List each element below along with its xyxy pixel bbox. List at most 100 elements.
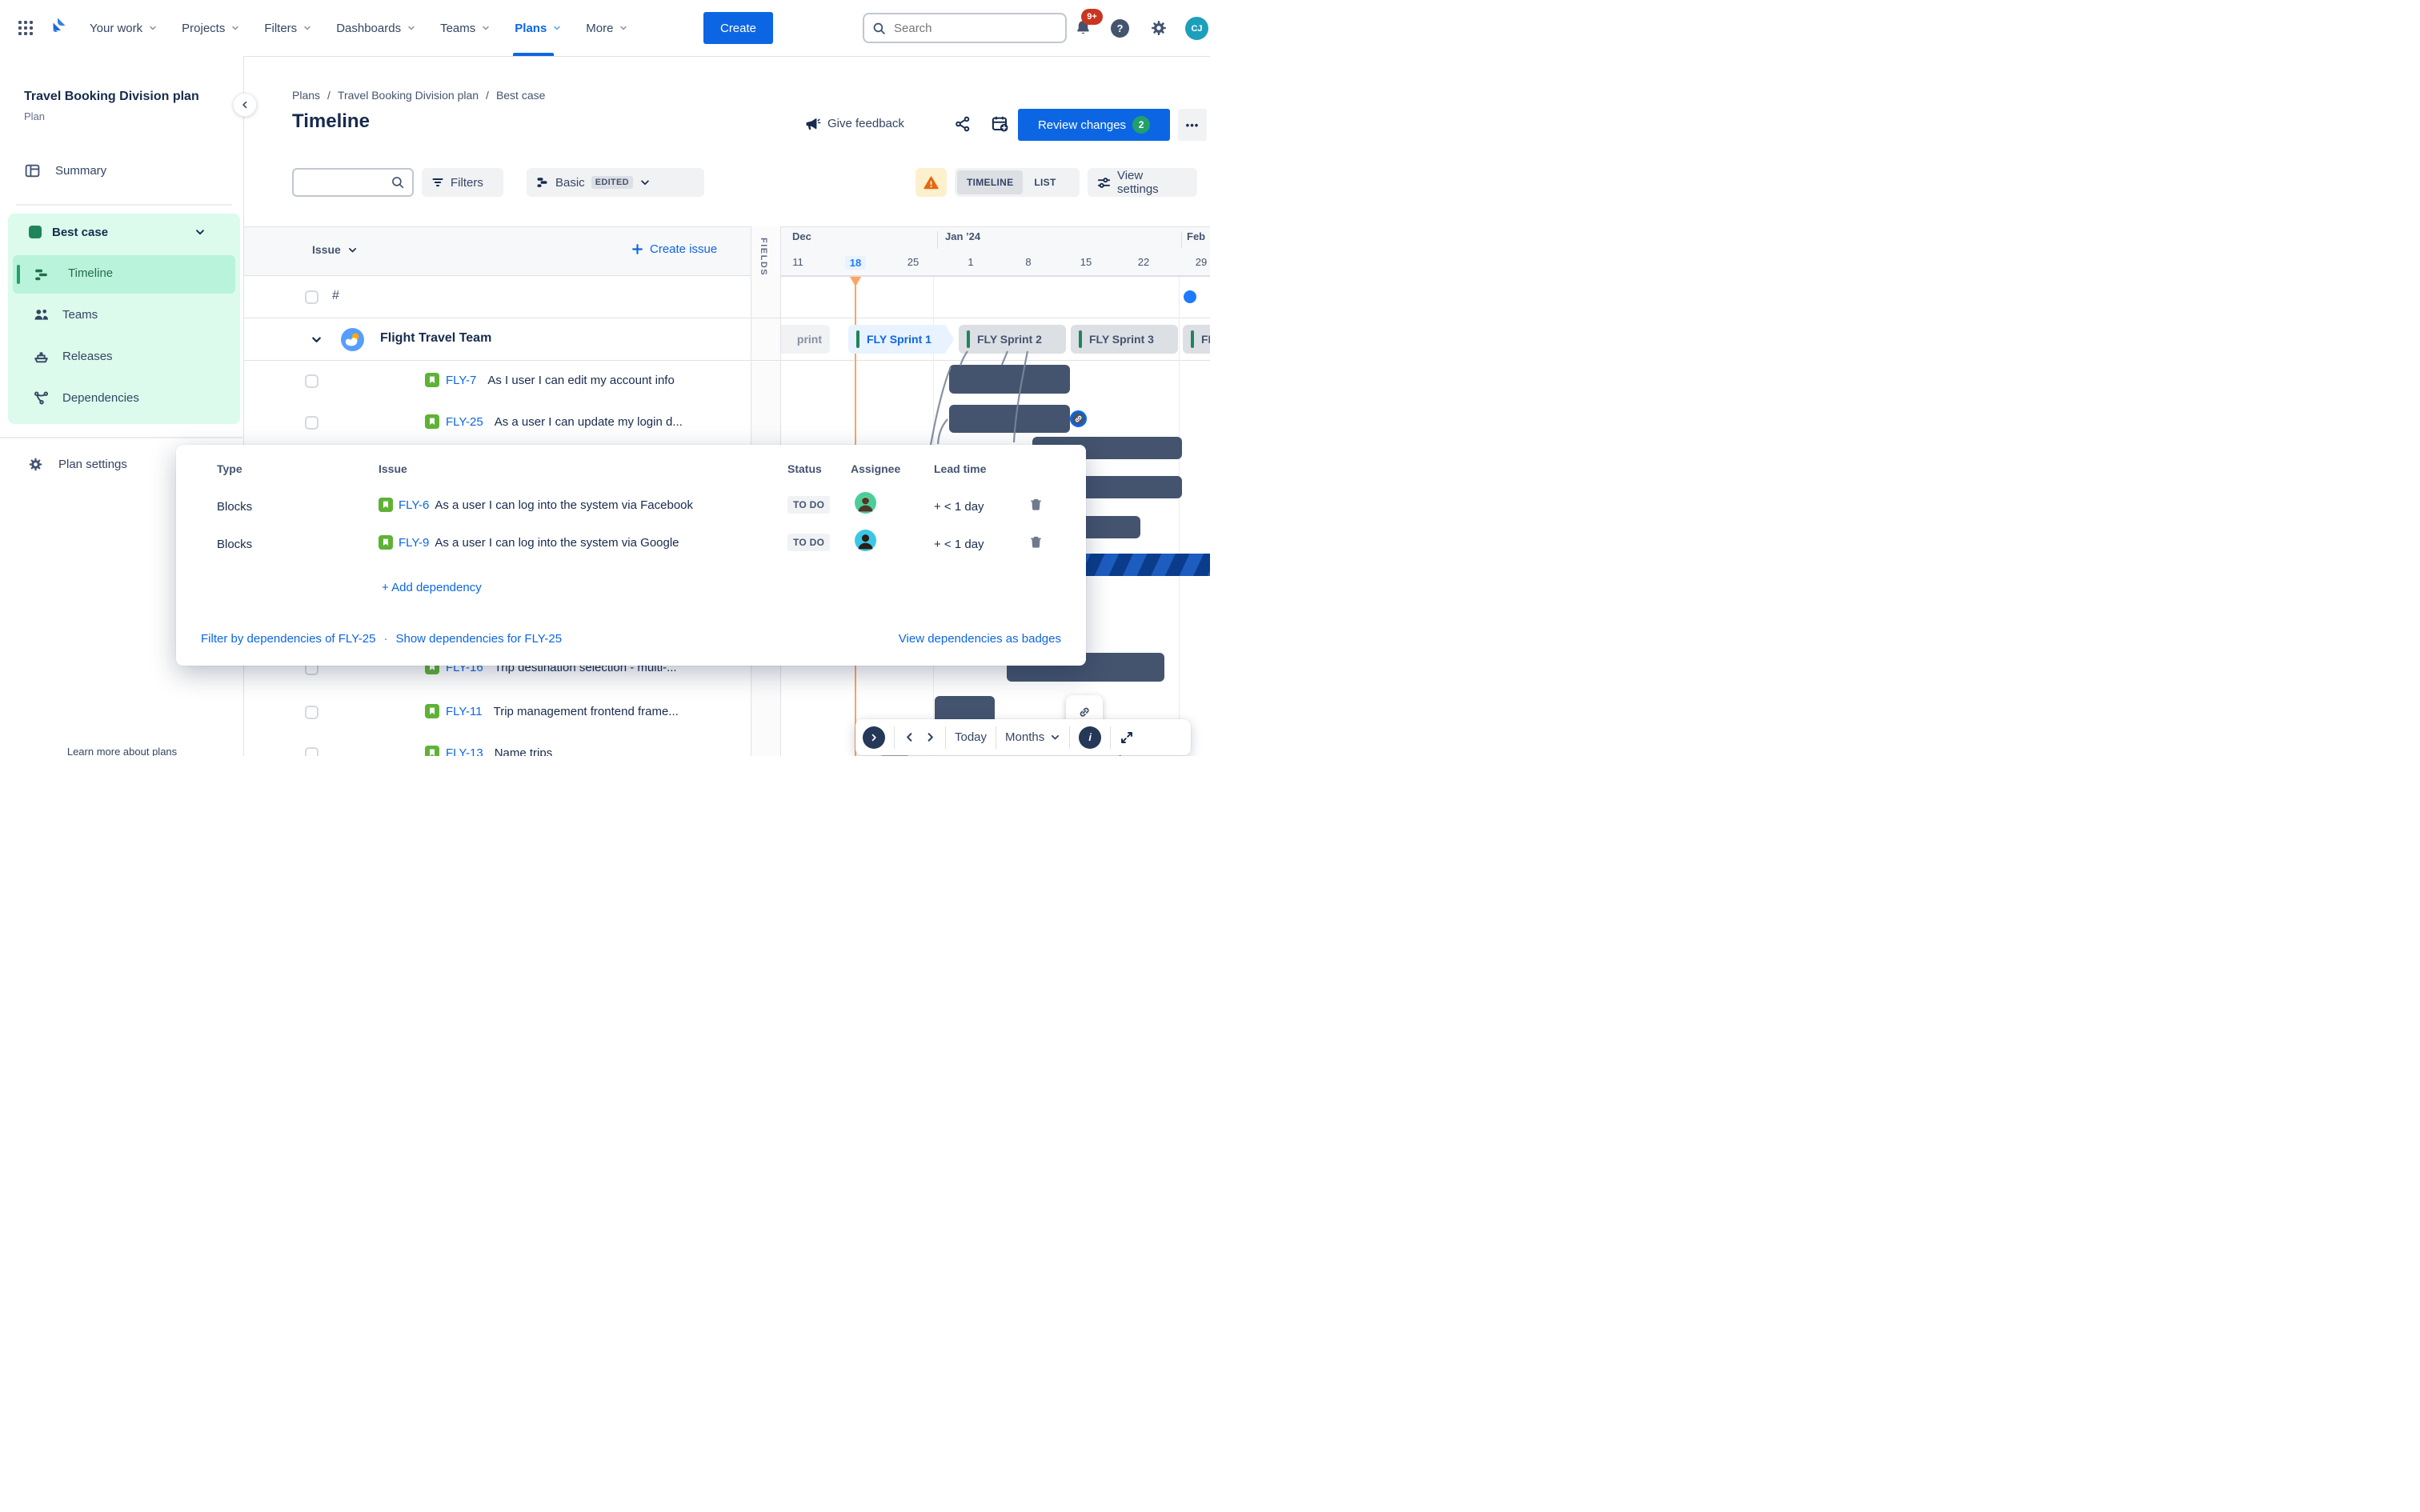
- tab-list[interactable]: LIST: [1024, 170, 1065, 194]
- issue-key-link[interactable]: FLY-13: [446, 746, 483, 757]
- scroll-left-button[interactable]: [903, 731, 916, 743]
- review-changes-count: 2: [1132, 116, 1151, 134]
- settings-gear-icon[interactable]: [1149, 18, 1168, 38]
- sidebar-collapse-button[interactable]: [233, 93, 257, 117]
- user-avatar[interactable]: CJ: [1185, 17, 1208, 40]
- releases-ship-icon: [34, 352, 48, 363]
- scroll-right-button[interactable]: [924, 731, 936, 743]
- row-checkbox[interactable]: [305, 706, 319, 719]
- create-button[interactable]: Create: [703, 12, 773, 44]
- table-row-team[interactable]: Flight Travel Team: [244, 318, 751, 360]
- row-checkbox[interactable]: [305, 416, 319, 430]
- sidebar-item-summary[interactable]: Summary: [24, 162, 106, 179]
- share-icon[interactable]: [954, 115, 972, 133]
- zoom-level-dropdown[interactable]: Months: [1005, 730, 1060, 744]
- sidebar-item-teams[interactable]: Teams: [33, 306, 98, 323]
- table-row[interactable]: FLY-7 As I user I can edit my account in…: [244, 360, 751, 402]
- page-title: Timeline: [292, 110, 370, 132]
- global-search-input[interactable]: [892, 20, 1040, 36]
- issue-key-link[interactable]: FLY-9: [399, 536, 429, 550]
- more-actions-button[interactable]: •••: [1178, 109, 1207, 141]
- warning-button[interactable]: [916, 168, 947, 197]
- table-row[interactable]: FLY-25 As a user I can update my login d…: [244, 402, 751, 443]
- fullscreen-button[interactable]: [1120, 730, 1134, 745]
- issue-key-link[interactable]: FLY-25: [446, 415, 483, 429]
- breadcrumb-plans[interactable]: Plans: [292, 89, 320, 102]
- collapse-team-chevron-icon[interactable]: [311, 334, 323, 346]
- breadcrumb: Plans / Travel Booking Division plan / B…: [292, 89, 545, 102]
- view-dependencies-as-badges-link[interactable]: View dependencies as badges: [899, 632, 1061, 646]
- jira-logo-icon[interactable]: [46, 16, 69, 38]
- view-settings-button[interactable]: View settings: [1088, 168, 1197, 197]
- nav-item-label: Dashboards: [336, 21, 402, 35]
- delete-dependency-icon[interactable]: [1029, 535, 1043, 549]
- tab-timeline[interactable]: TIMELINE: [957, 170, 1024, 194]
- app-switcher-icon[interactable]: [16, 18, 35, 38]
- dependency-issue: FLY-9 As a user I can log into the syste…: [379, 535, 679, 550]
- scenario-header[interactable]: Best case: [28, 225, 220, 239]
- chevron-down-icon: [232, 26, 239, 30]
- assignee-avatar[interactable]: [855, 530, 876, 551]
- chevron-down-icon[interactable]: [194, 226, 206, 238]
- expand-icon: [1121, 731, 1133, 743]
- sidebar-item-label: Summary: [55, 164, 107, 178]
- review-changes-button[interactable]: Review changes 2: [1018, 109, 1170, 141]
- today-button[interactable]: Today: [955, 730, 987, 744]
- row-checkbox[interactable]: [305, 374, 319, 388]
- nav-item-dashboards[interactable]: Dashboards: [336, 0, 416, 56]
- filter-by-dependencies-link[interactable]: Filter by dependencies of FLY-25: [201, 632, 375, 646]
- plan-settings-item[interactable]: Plan settings: [27, 456, 127, 473]
- give-feedback-label: Give feedback: [827, 117, 904, 130]
- expand-panel-button[interactable]: [863, 726, 885, 749]
- row-checkbox[interactable]: [305, 747, 319, 756]
- calendar-add-icon[interactable]: [991, 114, 1009, 133]
- show-dependencies-link[interactable]: Show dependencies for FLY-25: [395, 632, 562, 646]
- breadcrumb-plan-name[interactable]: Travel Booking Division plan: [338, 89, 479, 102]
- chevron-down-icon: [304, 26, 311, 30]
- nav-item-filters[interactable]: Filters: [264, 0, 312, 56]
- controls-divider: [1110, 726, 1112, 749]
- view-settings-label: View settings: [1116, 169, 1159, 196]
- sidebar-item-timeline-selected[interactable]: Timeline: [13, 255, 235, 294]
- sidebar-divider: [0, 437, 244, 438]
- table-row[interactable]: FLY-11 Trip management frontend frame...: [244, 691, 751, 733]
- dependency-link-badge[interactable]: [1070, 410, 1087, 427]
- search-icon: [392, 177, 404, 189]
- team-avatar: [341, 328, 364, 351]
- sidebar-item-releases[interactable]: Releases: [33, 348, 113, 365]
- issue-search-box[interactable]: [292, 168, 414, 197]
- assignee-avatar[interactable]: [855, 492, 876, 514]
- issue-summary: As a user I can log into the system via …: [435, 498, 694, 512]
- hash-label: #: [332, 289, 339, 302]
- nav-item-plans[interactable]: Plans: [513, 0, 562, 56]
- sidebar-item-dependencies[interactable]: Dependencies: [33, 390, 139, 406]
- table-row[interactable]: FLY-13 Name trips: [244, 733, 751, 756]
- dependencies-popup: Type Issue Status Assignee Lead time Blo…: [176, 445, 1086, 666]
- status-badge: TO DO: [787, 496, 831, 514]
- give-feedback-button[interactable]: Give feedback: [804, 115, 904, 132]
- filters-label: Filters: [451, 175, 483, 190]
- info-button[interactable]: i: [1079, 726, 1102, 749]
- issue-key-link[interactable]: FLY-7: [446, 374, 476, 387]
- nav-item-teams[interactable]: Teams: [440, 0, 491, 56]
- breadcrumb-scenario[interactable]: Best case: [496, 89, 545, 102]
- add-dependency-link[interactable]: + Add dependency: [382, 581, 482, 594]
- create-issue-button[interactable]: Create issue: [631, 242, 717, 256]
- filters-button[interactable]: Filters: [422, 168, 503, 197]
- delete-dependency-icon[interactable]: [1029, 498, 1043, 511]
- global-search[interactable]: [863, 13, 1067, 43]
- scenario-panel: Best case Timeline Teams Releases Depend…: [8, 214, 240, 424]
- issue-column-header[interactable]: Issue: [312, 243, 358, 256]
- nav-item-projects[interactable]: Projects: [182, 0, 240, 56]
- notification-count-badge: 9+: [1081, 9, 1103, 25]
- help-icon[interactable]: ?: [1111, 19, 1129, 38]
- issue-key-link[interactable]: FLY-6: [399, 498, 429, 512]
- view-mode-dropdown[interactable]: Basic EDITED: [527, 168, 704, 197]
- nav-item-more[interactable]: More: [586, 0, 628, 56]
- link-separator: ·: [383, 632, 388, 646]
- issue-key-link[interactable]: FLY-11: [446, 705, 483, 718]
- table-row-hash[interactable]: #: [244, 276, 751, 318]
- row-checkbox[interactable]: [305, 290, 319, 304]
- nav-item-your-work[interactable]: Your work: [90, 0, 158, 56]
- learn-more-link[interactable]: Learn more about plans: [0, 746, 244, 756]
